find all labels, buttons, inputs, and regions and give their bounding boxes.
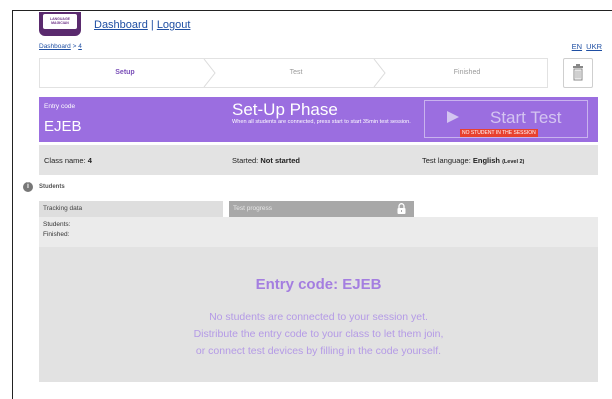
tab-test-progress[interactable]: Test progress [229, 201, 414, 217]
tab-tracking-data[interactable]: Tracking data [39, 201, 223, 217]
class-name-value: 4 [87, 156, 92, 165]
tracking-data-panel: Students: Finished: [39, 217, 598, 247]
entry-code-label: Entry code [44, 103, 76, 110]
breadcrumb-separator: > [72, 43, 77, 50]
window-frame-top [12, 10, 612, 11]
connect-devices-message: or connect test devices by filling in th… [195, 345, 442, 357]
start-test-button[interactable]: Start Test NO STUDENT IN THE SESSION [424, 100, 588, 138]
no-students-message: No students are connected to your sessio… [209, 311, 428, 323]
session-info-bar: Class name: 4 Started: Not started Test … [39, 145, 598, 175]
logo-text: LANGUAGE MAGICIAN [43, 14, 77, 29]
setup-banner: Entry code EJEB Set-Up Phase When all st… [39, 97, 598, 142]
test-language-value: English [472, 156, 500, 165]
trash-icon [573, 64, 583, 81]
dashboard-link[interactable]: Dashboard [94, 19, 148, 31]
no-student-warning: NO STUDENT IN THE SESSION [460, 129, 538, 137]
class-name-label: Class name: [44, 156, 86, 165]
students-count-label: Students: [43, 221, 71, 228]
phase-title: Set-Up Phase [232, 100, 338, 119]
start-test-label: Start Test [490, 108, 562, 127]
step-test: Test [289, 69, 303, 76]
info-icon[interactable]: i [23, 182, 33, 192]
delete-session-button[interactable] [563, 58, 593, 88]
started-label: Started: [232, 156, 259, 165]
test-language-label: Test language: [422, 156, 471, 165]
class-name-info: Class name: 4 [44, 156, 92, 165]
tab-test-progress-label: Test progress [233, 205, 273, 212]
started-info: Started: Not started [232, 156, 300, 165]
lock-icon [397, 203, 406, 214]
connection-status-panel: Entry code: EJEB No students are connect… [39, 247, 598, 382]
play-icon [447, 111, 459, 123]
finished-count-label: Finished: [43, 231, 70, 238]
test-language-info: Test language: English (Level 2) [422, 156, 524, 165]
progress-steps: Setup Test Finished [39, 58, 548, 88]
lang-en[interactable]: EN [572, 42, 582, 51]
logout-link[interactable]: Logout [157, 19, 191, 31]
distribute-code-message: Distribute the entry code to your class … [193, 328, 444, 340]
students-title: Students [39, 184, 65, 190]
nav-separator: | [150, 19, 154, 31]
started-value: Not started [260, 156, 300, 165]
language-magician-logo[interactable]: LANGUAGE MAGICIAN [39, 12, 81, 36]
entry-code-heading: Entry code: EJEB [255, 276, 382, 293]
entry-code-value: EJEB [44, 118, 82, 135]
phase-description: When all students are connected, press s… [232, 119, 411, 125]
lang-ukr[interactable]: UKR [586, 42, 602, 51]
breadcrumb-current[interactable]: 4 [78, 43, 82, 50]
step-setup: Setup [115, 69, 135, 76]
breadcrumb: Dashboard > 4 [39, 43, 82, 50]
step-finished: Finished [453, 69, 481, 76]
window-frame-left [12, 10, 13, 399]
top-nav: Dashboard | Logout [94, 19, 190, 31]
test-language-level: (Level 2) [502, 159, 525, 165]
language-switcher: EN UKR [570, 42, 602, 51]
breadcrumb-dashboard[interactable]: Dashboard [39, 43, 71, 50]
